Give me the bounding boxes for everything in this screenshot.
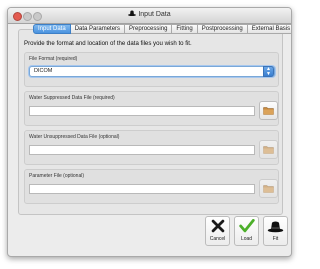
hat-icon [267, 217, 284, 235]
tab-postprocessing[interactable]: Postprocessing [197, 24, 248, 34]
checkmark-icon [238, 217, 255, 235]
tab-fitting[interactable]: Fitting [172, 24, 198, 34]
tab-preprocessing[interactable]: Preprocessing [125, 24, 173, 34]
parameter-file-browse-button[interactable] [259, 179, 278, 198]
tab-bar: Input Data Data Parameters Preprocessing… [33, 24, 291, 34]
parameter-file-input[interactable] [29, 184, 255, 194]
input-data-window: Input Data Provide the format and locati… [7, 7, 292, 257]
window-title: Input Data [8, 10, 291, 18]
title-bar: Input Data [8, 8, 291, 24]
hat-icon [128, 10, 137, 18]
instruction-text: Provide the format and location of the d… [24, 40, 192, 47]
file-format-value: DICOM [34, 68, 53, 74]
cancel-label: Cancel [209, 236, 226, 242]
water-unsuppressed-input[interactable] [29, 145, 255, 155]
folder-icon [263, 180, 274, 198]
load-label: Load [240, 236, 253, 242]
water-unsuppressed-label: Water Unsuppressed Data File (optional) [29, 134, 120, 140]
fit-label: Fit [272, 236, 279, 242]
input-data-panel: Provide the format and location of the d… [18, 29, 283, 215]
water-suppressed-group: Water Suppressed Data File (required) [24, 91, 279, 126]
action-buttons: Cancel Load Fit [205, 216, 288, 246]
water-suppressed-label: Water Suppressed Data File (required) [29, 95, 115, 101]
x-icon [211, 217, 225, 235]
tab-input-data[interactable]: Input Data [33, 24, 71, 34]
parameter-file-label: Parameter File (optional) [29, 173, 85, 179]
file-format-label: File Format (required) [29, 56, 78, 62]
folder-icon [263, 102, 274, 120]
window-title-text: Input Data [138, 10, 171, 18]
updown-arrows-icon: ▲ ▼ [263, 66, 274, 77]
cancel-button[interactable]: Cancel [205, 216, 230, 246]
load-button[interactable]: Load [234, 216, 259, 246]
fit-button[interactable]: Fit [263, 216, 288, 246]
folder-icon [263, 141, 274, 159]
water-suppressed-input[interactable] [29, 106, 255, 116]
water-suppressed-browse-button[interactable] [259, 101, 278, 120]
tab-data-parameters[interactable]: Data Parameters [70, 24, 126, 34]
water-unsuppressed-group: Water Unsuppressed Data File (optional) [24, 130, 279, 165]
file-format-group: File Format (required) DICOM ▲ ▼ [24, 52, 279, 87]
parameter-file-group: Parameter File (optional) [24, 169, 279, 204]
tab-external-basis[interactable]: External Basis [247, 24, 291, 34]
file-format-select[interactable]: DICOM ▲ ▼ [29, 66, 275, 77]
water-unsuppressed-browse-button[interactable] [259, 140, 278, 159]
